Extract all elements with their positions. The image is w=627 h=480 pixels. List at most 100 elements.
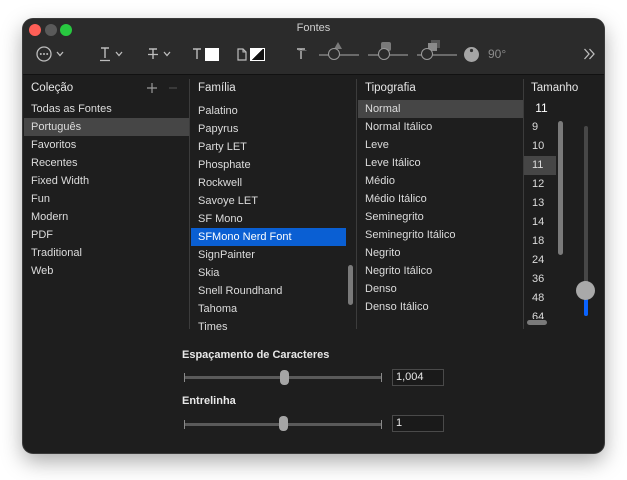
family-item[interactable]: Palatino: [191, 102, 346, 120]
typeface-item[interactable]: Médio: [358, 172, 523, 190]
slider-max-tick: [381, 373, 382, 382]
shadow-text-icon: [295, 44, 307, 64]
line-spacing-slider-knob[interactable]: [279, 416, 288, 431]
column-divider: [356, 79, 357, 329]
collection-item[interactable]: Português: [24, 118, 189, 136]
document-color-button[interactable]: [237, 44, 265, 64]
shadow-angle-value: 90°: [488, 47, 507, 61]
more-toolbar-button[interactable]: [583, 44, 596, 64]
family-item[interactable]: SFMono Nerd Font: [191, 228, 346, 246]
collection-item[interactable]: Fixed Width: [24, 172, 189, 190]
family-list: Palatino Papyrus Party LET Phosphate Roc…: [191, 100, 346, 330]
remove-collection-icon[interactable]: [169, 83, 177, 93]
size-list-vertical-scrollbar[interactable]: [558, 121, 563, 255]
collection-item[interactable]: PDF: [24, 226, 189, 244]
size-item[interactable]: 48: [524, 289, 556, 308]
size-item[interactable]: 36: [524, 270, 556, 289]
typeface-item[interactable]: Leve: [358, 136, 523, 154]
text-color-swatch[interactable]: [205, 47, 219, 61]
shadow-blur-slider-knob[interactable]: [378, 48, 390, 60]
window-title: Fontes: [296, 22, 331, 34]
text-color-button[interactable]: [192, 44, 219, 64]
character-spacing-label: Espaçamento de Caracteres: [182, 349, 330, 361]
family-header: Família: [198, 82, 236, 94]
collection-item[interactable]: Traditional: [24, 244, 189, 262]
slider-min-tick: [184, 373, 185, 382]
typeface-item[interactable]: Normal Itálico: [358, 118, 523, 136]
size-item[interactable]: 10: [524, 137, 556, 156]
document-color-icon: [237, 47, 247, 61]
family-item[interactable]: Rockwell: [191, 174, 346, 192]
chevron-down-icon: [115, 51, 123, 57]
family-item[interactable]: Phosphate: [191, 156, 346, 174]
strikethrough-icon: [148, 48, 158, 59]
family-item[interactable]: Party LET: [191, 138, 346, 156]
text-color-icon: [193, 48, 201, 59]
size-slider-knob[interactable]: [576, 281, 595, 300]
typeface-item[interactable]: Médio Itálico: [358, 190, 523, 208]
typeface-item[interactable]: Denso Itálico: [358, 298, 523, 316]
fonts-window: Fontes 90° Coleção Família Tipografia Ta…: [23, 19, 604, 453]
typeface-item[interactable]: Normal: [358, 100, 523, 118]
chevron-double-right-icon: [584, 48, 595, 60]
size-item[interactable]: 64: [524, 308, 556, 319]
typeface-item[interactable]: Denso: [358, 280, 523, 298]
angle-dial-icon: [464, 46, 479, 62]
typeface-list: Normal Normal Itálico Leve Leve Itálico …: [358, 100, 523, 316]
family-item[interactable]: SF Mono: [191, 210, 346, 228]
size-item[interactable]: 13: [524, 194, 556, 213]
size-item[interactable]: 24: [524, 251, 556, 270]
shadow-angle-control[interactable]: 90°: [463, 44, 506, 64]
typeface-item[interactable]: Leve Itálico: [358, 154, 523, 172]
family-item[interactable]: Skia: [191, 264, 346, 282]
family-item[interactable]: Savoye LET: [191, 192, 346, 210]
size-item[interactable]: 11: [524, 156, 556, 175]
titlebar: Fontes 90°: [23, 19, 604, 75]
family-item[interactable]: Papyrus: [191, 120, 346, 138]
size-list: 9 10 11 12 13 14 18 24 36 48 64: [524, 118, 556, 319]
family-item[interactable]: Snell Roundhand: [191, 282, 346, 300]
size-header: Tamanho: [531, 82, 579, 94]
chevron-down-icon: [163, 51, 171, 57]
size-list-horizontal-scrollbar[interactable]: [527, 320, 547, 325]
family-list-scrollbar[interactable]: [348, 265, 353, 305]
underline-menu-button[interactable]: [99, 44, 123, 64]
typeface-header: Tipografia: [365, 82, 416, 94]
family-item[interactable]: Times: [191, 318, 346, 330]
collection-header: Coleção: [31, 82, 74, 94]
typeface-item[interactable]: Seminegrito: [358, 208, 523, 226]
collection-item[interactable]: Modern: [24, 208, 189, 226]
collection-item[interactable]: Favoritos: [24, 136, 189, 154]
size-item[interactable]: 9: [524, 118, 556, 137]
collection-item[interactable]: Recentes: [24, 154, 189, 172]
ellipsis-circle-icon: [36, 46, 52, 62]
actions-menu-button[interactable]: [36, 44, 64, 64]
size-item[interactable]: 12: [524, 175, 556, 194]
document-color-swatch[interactable]: [250, 47, 265, 61]
character-spacing-field[interactable]: 1,004: [392, 369, 444, 386]
family-item[interactable]: SignPainter: [191, 246, 346, 264]
collection-item[interactable]: Fun: [24, 190, 189, 208]
add-collection-icon[interactable]: [147, 83, 157, 93]
size-item[interactable]: 18: [524, 232, 556, 251]
shadow-opacity-slider-knob[interactable]: [328, 48, 340, 60]
collection-list: Todas as Fontes Português Favoritos Rece…: [24, 100, 189, 280]
line-spacing-field[interactable]: 1: [392, 415, 444, 432]
line-spacing-label: Entrelinha: [182, 395, 236, 407]
collection-item[interactable]: Todas as Fontes: [24, 100, 189, 118]
typeface-item[interactable]: Negrito Itálico: [358, 262, 523, 280]
size-field[interactable]: 11: [527, 100, 556, 117]
slider-min-tick: [184, 420, 185, 429]
typeface-item[interactable]: Seminegrito Itálico: [358, 226, 523, 244]
size-item[interactable]: 14: [524, 213, 556, 232]
column-divider: [189, 79, 190, 329]
collection-item[interactable]: Web: [24, 262, 189, 280]
family-item[interactable]: Tahoma: [191, 300, 346, 318]
shadow-offset-slider-knob[interactable]: [421, 48, 433, 60]
character-spacing-slider-knob[interactable]: [280, 370, 289, 385]
chevron-down-icon: [56, 51, 64, 57]
strikethrough-menu-button[interactable]: [147, 44, 171, 64]
typeface-item[interactable]: Negrito: [358, 244, 523, 262]
underline-icon: [100, 47, 110, 62]
slider-max-tick: [381, 420, 382, 429]
